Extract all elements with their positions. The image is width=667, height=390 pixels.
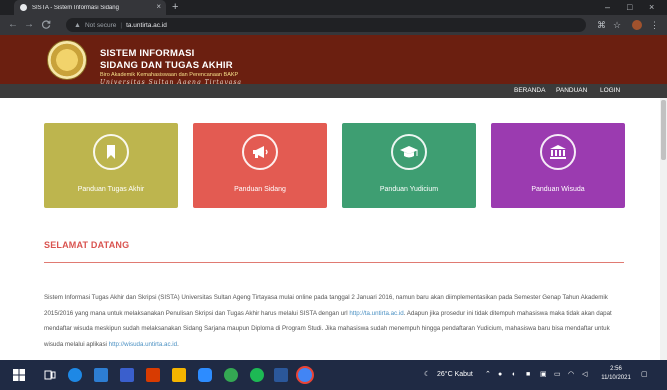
tray-app-icon[interactable]: ◐ [512, 369, 516, 381]
clock-time: 2:56 [610, 366, 622, 372]
minimize-button[interactable]: – [605, 0, 610, 15]
battery-icon[interactable]: ▭ [554, 369, 561, 381]
nav-beranda[interactable]: BERANDA [514, 84, 545, 98]
card-label: Panduan Yudicium [379, 186, 439, 193]
profile-avatar[interactable] [632, 20, 642, 30]
scrollbar-thumb[interactable] [661, 100, 666, 160]
bookmark-icon [107, 145, 115, 159]
reload-icon [41, 20, 51, 29]
nav-panduan[interactable]: PANDUAN [556, 84, 587, 98]
security-label[interactable]: Not secure [85, 22, 116, 29]
card-label: Panduan Wisuda [531, 186, 585, 193]
clock-date: 11/10/2021 [601, 375, 631, 381]
back-button[interactable]: ← [8, 17, 18, 33]
site-subtitle: Biro Akademik Kemahasiswaan dan Perencan… [100, 72, 239, 78]
address-separator: | [120, 21, 123, 29]
tray-app-icon[interactable]: ■ [526, 369, 530, 381]
windows-taskbar: ☾ 26°C Kabut ⌃ ● ◐ ■ ▣ ▭ ◠ ◁ 2:56 11/10/… [0, 360, 667, 390]
graduation-cap-icon [400, 146, 418, 158]
welcome-divider [44, 262, 624, 263]
card-panduan-tugas-akhir[interactable]: Panduan Tugas Akhir [44, 123, 178, 208]
welcome-heading: SELAMAT DATANG [44, 240, 130, 250]
chrome-icon[interactable] [224, 368, 238, 382]
tray-app-icon[interactable]: ▣ [540, 369, 547, 381]
tray-chevron-icon[interactable]: ⌃ [485, 369, 491, 381]
notification-icon[interactable]: ▢ [641, 369, 648, 381]
maximize-button[interactable]: □ [627, 0, 632, 15]
file-explorer-icon[interactable] [172, 368, 186, 382]
main-navbar: BERANDA PANDUAN LOGIN [0, 84, 667, 98]
office-icon[interactable] [146, 368, 160, 382]
new-tab-button[interactable]: + [172, 0, 178, 15]
word-icon[interactable] [274, 368, 288, 382]
weather-icon[interactable]: ☾ [424, 369, 430, 381]
institution-icon [550, 145, 566, 159]
site-header: SISTEM INFORMASI SIDANG DAN TUGAS AKHIR … [0, 35, 667, 86]
spotify-icon[interactable] [250, 368, 264, 382]
megaphone-icon [253, 146, 268, 158]
translate-icon[interactable]: ⌘ [597, 18, 606, 32]
forward-button[interactable]: → [24, 17, 34, 33]
volume-icon[interactable]: ◁ [582, 369, 587, 381]
zoom-icon[interactable] [198, 368, 212, 382]
tab-close-icon[interactable]: × [156, 3, 161, 11]
app-icon[interactable] [120, 368, 134, 382]
card-panduan-sidang[interactable]: Panduan Sidang [193, 123, 327, 208]
card-label: Panduan Tugas Akhir [77, 186, 145, 193]
weather-text[interactable]: 26°C Kabut [437, 369, 473, 381]
wifi-icon[interactable]: ◠ [568, 369, 574, 381]
reload-button[interactable] [41, 17, 51, 35]
university-logo[interactable] [47, 40, 87, 80]
card-icon-circle [93, 134, 129, 170]
address-bar[interactable]: ▲ Not secure | ta.untirta.ac.id [66, 18, 586, 32]
browser-toolbar: ← → ▲ Not secure | ta.untirta.ac.id ⌘ ☆ … [0, 15, 667, 35]
edge-icon[interactable] [68, 368, 82, 382]
card-panduan-yudicium[interactable]: Panduan Yudicium [342, 123, 476, 208]
site-title-line2: SIDANG DAN TUGAS AKHIR [100, 60, 233, 71]
welcome-paragraph: Sistem Informasi Tugas Akhir dan Skripsi… [44, 290, 624, 352]
wisuda-link[interactable]: http://wisuda.untirta.ac.id [109, 341, 177, 348]
tray-app-icon[interactable]: ● [498, 369, 502, 381]
para-text-3: . [177, 340, 179, 348]
card-icon-circle [391, 134, 427, 170]
site-title-line1: SISTEM INFORMASI [100, 48, 195, 59]
star-icon[interactable]: ☆ [613, 18, 621, 32]
warning-triangle-icon[interactable]: ▲ [74, 22, 81, 29]
browser-tab[interactable]: SISTA - Sistem Informasi Sidang × [14, 0, 166, 15]
taskbar-clock[interactable]: 2:56 11/10/2021 [598, 365, 634, 383]
window-close-button[interactable]: × [649, 0, 654, 15]
globe-icon [20, 4, 27, 11]
card-icon-circle [242, 134, 278, 170]
card-label: Panduan Sidang [234, 186, 286, 193]
chrome-active-icon[interactable] [298, 368, 312, 382]
menu-dots-icon[interactable]: ⋮ [650, 18, 659, 32]
card-panduan-wisuda[interactable]: Panduan Wisuda [491, 123, 625, 208]
browser-tabstrip: SISTA - Sistem Informasi Sidang × + – □ … [0, 0, 667, 15]
task-view-icon[interactable] [44, 369, 56, 381]
tab-title: SISTA - Sistem Informasi Sidang [32, 4, 119, 11]
sista-link[interactable]: http://ta.untirta.ac.id [349, 310, 403, 317]
windows-start-icon[interactable] [13, 369, 25, 381]
url-text[interactable]: ta.untirta.ac.id [126, 22, 167, 29]
mail-icon[interactable] [94, 368, 108, 382]
card-icon-circle [540, 134, 576, 170]
nav-login[interactable]: LOGIN [600, 84, 620, 98]
